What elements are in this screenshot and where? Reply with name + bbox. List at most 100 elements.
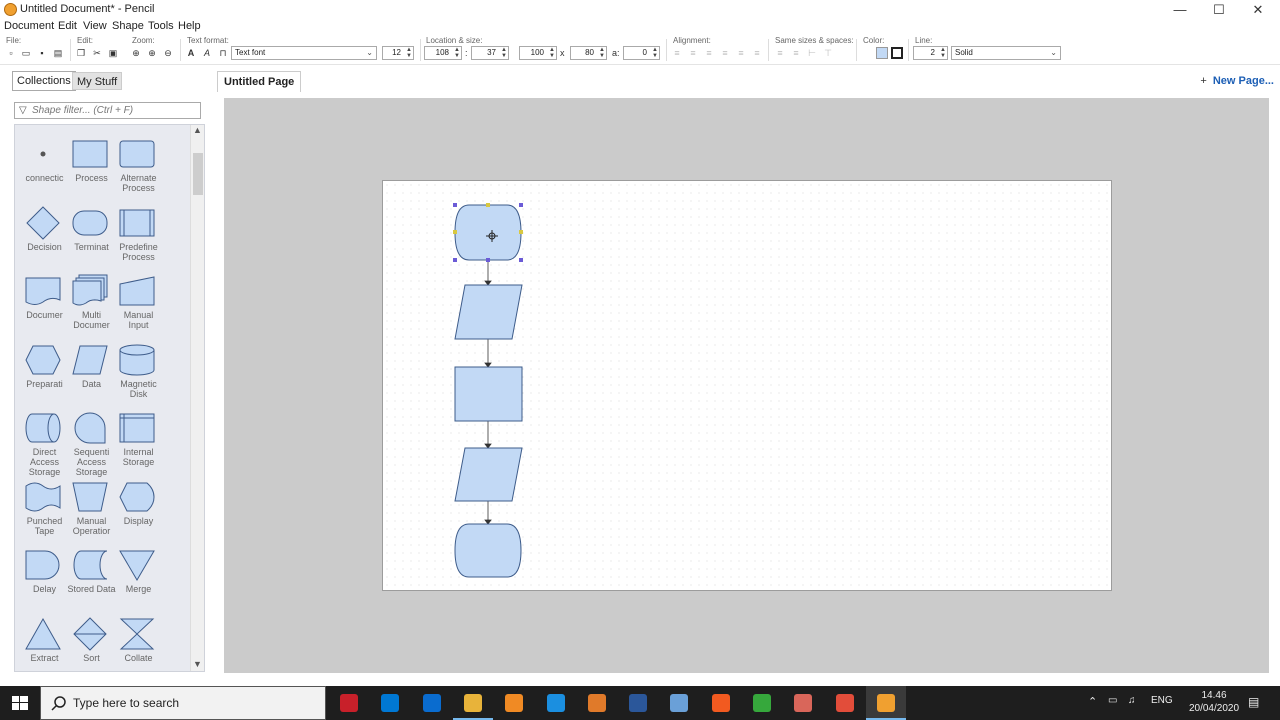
stroke-color-swatch[interactable] <box>891 47 903 59</box>
taskbar-paint-3d-button[interactable] <box>783 686 823 720</box>
new-document-icon[interactable]: ▫ <box>6 48 16 58</box>
menu-view[interactable]: View <box>83 20 107 32</box>
taskbar-edge-button[interactable] <box>536 686 576 720</box>
flowchart-drawing[interactable] <box>383 181 1113 592</box>
angle-spinner[interactable]: 0 ▲ ▼ <box>623 46 660 60</box>
palette-shape-manual-input[interactable]: Manual Input <box>115 272 162 338</box>
y-position-spinner[interactable]: 37 ▲ ▼ <box>471 46 509 60</box>
copy-icon[interactable]: ❐ <box>76 48 86 58</box>
flowchart-terminator-start[interactable] <box>454 204 522 261</box>
font-italic-icon[interactable]: A <box>202 48 212 58</box>
resize-handle[interactable] <box>519 258 523 262</box>
open-document-icon[interactable]: ▭ <box>21 48 31 58</box>
tab-collections[interactable]: Collections <box>12 71 76 91</box>
taskbar-gift-box-button[interactable] <box>329 686 369 720</box>
align-left-icon[interactable]: ≡ <box>672 48 682 58</box>
align-top-icon[interactable]: ≡ <box>720 48 730 58</box>
palette-shape-document[interactable]: Documer <box>21 272 68 338</box>
palette-shape-manual-operation[interactable]: Manual Operatior <box>68 478 115 544</box>
line-style-select[interactable]: Solid ⌄ <box>951 46 1061 60</box>
align-center-icon[interactable]: ≡ <box>688 48 698 58</box>
tab-my-stuff[interactable]: My Stuff <box>72 72 123 90</box>
palette-shape-multi-document[interactable]: Multi Documer <box>68 272 115 338</box>
font-family-select[interactable]: Text font ⌄ <box>231 46 377 60</box>
palette-shape-direct-access-storage[interactable]: Direct Access Storage <box>21 409 68 477</box>
shape-filter-input[interactable]: ▽ Shape filter... (Ctrl + F) <box>14 102 201 119</box>
taskbar-photos-button[interactable] <box>659 686 699 720</box>
palette-shape-terminator[interactable]: Terminat <box>68 204 115 270</box>
zoom-fit-icon[interactable]: ⊕ <box>131 48 141 58</box>
volume-icon[interactable]: ♫ <box>1128 695 1136 706</box>
flowchart-terminator-end[interactable] <box>454 523 522 578</box>
line-width-spinner[interactable]: 2 ▲ ▼ <box>913 46 948 60</box>
taskbar-red-app-button[interactable] <box>825 686 865 720</box>
palette-shape-extract[interactable]: Extract <box>21 615 68 672</box>
taskbar-store-button[interactable] <box>370 686 410 720</box>
taskbar-green-app-button[interactable] <box>742 686 782 720</box>
cut-icon[interactable]: ✂ <box>92 48 102 58</box>
clock[interactable]: 14.46 20/04/2020 <box>1188 689 1240 715</box>
menu-help[interactable]: Help <box>178 20 201 32</box>
align-bottom-icon[interactable]: ≡ <box>752 48 762 58</box>
font-size-spinner[interactable]: 12 ▲ ▼ <box>382 46 414 60</box>
palette-shape-display[interactable]: Display <box>115 478 162 544</box>
palette-shape-sort[interactable]: Sort <box>68 615 115 672</box>
resize-handle[interactable] <box>519 230 523 234</box>
taskbar-file-explorer-button[interactable] <box>452 686 493 720</box>
palette-shape-decision[interactable]: Decision <box>21 204 68 270</box>
taskbar-search-box[interactable]: Type here to search <box>40 686 326 720</box>
palette-shape-punched-tape[interactable]: Punched Tape <box>21 478 68 544</box>
taskbar-word-button[interactable] <box>618 686 658 720</box>
taskbar-brave-button[interactable] <box>701 686 741 720</box>
canvas-area[interactable] <box>224 98 1269 673</box>
tab-untitled-page[interactable]: Untitled Page <box>217 71 302 92</box>
resize-handle[interactable] <box>453 203 457 207</box>
zoom-out-icon[interactable]: ⊖ <box>163 48 173 58</box>
resize-handle[interactable] <box>519 203 523 207</box>
taskbar-mail-button[interactable] <box>412 686 452 720</box>
palette-shape-connector[interactable]: connectic <box>21 135 68 201</box>
print-icon[interactable]: ▤ <box>53 48 63 58</box>
resize-handle[interactable] <box>486 203 490 207</box>
palette-shape-stored-data[interactable]: Stored Data <box>67 546 116 612</box>
battery-icon[interactable]: ▭ <box>1108 695 1117 706</box>
flowchart-process-shape[interactable] <box>454 366 523 422</box>
palette-shape-predefined-process[interactable]: Predefine Process <box>115 204 162 270</box>
palette-shape-sequential-access-storage[interactable]: Sequenti Access Storage <box>68 409 115 477</box>
start-button[interactable] <box>0 686 40 720</box>
flowchart-data-shape-2[interactable] <box>454 447 523 502</box>
zoom-in-icon[interactable]: ⊕ <box>147 48 157 58</box>
palette-scrollbar[interactable]: ▲ ▼ <box>190 125 204 671</box>
minimize-button[interactable]: — <box>1160 0 1200 20</box>
taskbar-sublime-text-button[interactable] <box>494 686 534 720</box>
taskbar-media-player-button[interactable] <box>577 686 617 720</box>
palette-shape-merge[interactable]: Merge <box>115 546 162 612</box>
scroll-down-icon[interactable]: ▼ <box>193 659 202 669</box>
paste-icon[interactable]: ▣ <box>108 48 118 58</box>
taskbar-pencil-button[interactable] <box>865 686 906 720</box>
scrollbar-thumb[interactable] <box>193 153 203 195</box>
align-middle-icon[interactable]: ≡ <box>736 48 746 58</box>
palette-shape-internal-storage[interactable]: Internal Storage <box>115 409 162 475</box>
align-right-icon[interactable]: ≡ <box>704 48 714 58</box>
font-bold-icon[interactable]: A <box>186 48 196 58</box>
close-button[interactable]: ✕ <box>1238 0 1278 20</box>
maximize-button[interactable]: ☐ <box>1199 0 1239 20</box>
resize-handle[interactable] <box>453 258 457 262</box>
palette-shape-magnetic-disk[interactable]: Magnetic Disk <box>115 341 162 407</box>
palette-shape-alternate-process[interactable]: Alternate Process <box>115 135 162 201</box>
space-horizontal-icon[interactable]: ⊢ <box>807 48 817 58</box>
palette-shape-preparation[interactable]: Preparati <box>21 341 68 407</box>
menu-document[interactable]: Document <box>4 20 54 32</box>
show-hidden-icons-icon[interactable]: ⌃ <box>1088 695 1097 708</box>
new-page-button[interactable]: + New Page... <box>1200 75 1274 87</box>
palette-shape-process[interactable]: Process <box>68 135 115 201</box>
text-lock-icon[interactable]: ⊓ <box>218 48 228 58</box>
save-icon[interactable]: ▪ <box>37 48 47 58</box>
height-spinner[interactable]: 80 ▲ ▼ <box>570 46 607 60</box>
menu-shape[interactable]: Shape <box>112 20 144 32</box>
resize-handle[interactable] <box>486 258 490 262</box>
palette-shape-collate[interactable]: Collate <box>115 615 162 672</box>
palette-shape-delay[interactable]: Delay <box>21 546 68 612</box>
menu-edit[interactable]: Edit <box>58 20 77 32</box>
